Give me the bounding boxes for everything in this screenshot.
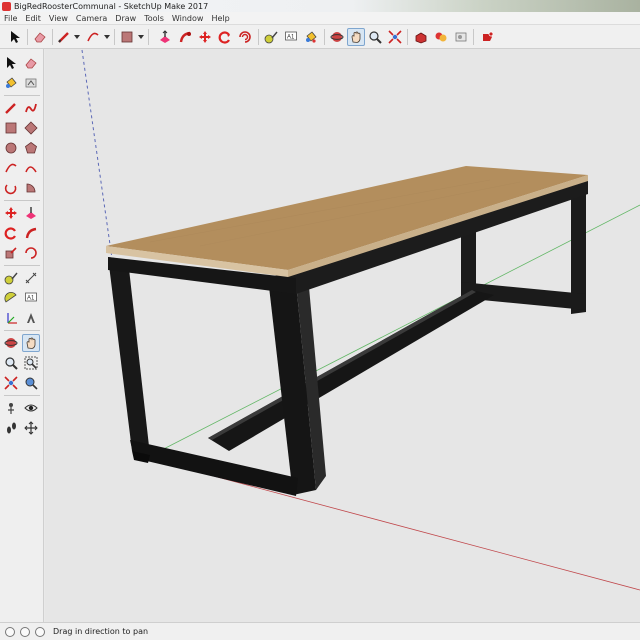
eraser-icon[interactable] xyxy=(22,54,40,72)
pan-icon[interactable] xyxy=(347,28,365,46)
menu-file[interactable]: File xyxy=(4,14,17,23)
stretcher xyxy=(208,290,494,451)
shape-dropdown-arrow[interactable] xyxy=(138,35,144,39)
main-toolbar: A1 xyxy=(0,24,640,49)
menu-edit[interactable]: Edit xyxy=(25,14,41,23)
polygon-icon[interactable] xyxy=(22,139,40,157)
sketchup-window: BigRedRoosterCommunal - SketchUp Make 20… xyxy=(0,0,640,640)
zoom-extents-icon[interactable] xyxy=(2,374,20,392)
status-message: Drag in direction to pan xyxy=(53,627,149,636)
eraser-icon[interactable] xyxy=(31,28,49,46)
rotate-icon[interactable] xyxy=(2,224,20,242)
stretcher-top xyxy=(208,290,476,440)
window-title: BigRedRoosterCommunal - SketchUp Make 20… xyxy=(14,1,209,11)
look-around-icon[interactable] xyxy=(22,399,40,417)
text-icon[interactable]: A1 xyxy=(22,289,40,307)
menu-bar: File Edit View Camera Draw Tools Window … xyxy=(0,12,640,24)
select-icon[interactable] xyxy=(2,54,20,72)
move-icon[interactable] xyxy=(196,28,214,46)
orbit-icon[interactable] xyxy=(2,334,20,352)
extension-warehouse-icon[interactable] xyxy=(432,28,450,46)
menu-window[interactable]: Window xyxy=(172,14,204,23)
paint-bucket-icon[interactable] xyxy=(302,28,320,46)
model-viewport[interactable] xyxy=(45,49,640,622)
dimension-icon[interactable] xyxy=(22,269,40,287)
line-icon[interactable] xyxy=(2,99,20,117)
menu-help[interactable]: Help xyxy=(211,14,229,23)
menu-camera[interactable]: Camera xyxy=(76,14,107,23)
svg-text:A1: A1 xyxy=(287,35,295,41)
circle-icon[interactable] xyxy=(2,139,20,157)
follow-me-icon[interactable] xyxy=(22,224,40,242)
layout-icon[interactable] xyxy=(452,28,470,46)
offset-icon[interactable] xyxy=(22,244,40,262)
paint-bucket-icon[interactable] xyxy=(2,74,20,92)
tape-measure-icon[interactable] xyxy=(262,28,280,46)
offset-icon[interactable] xyxy=(236,28,254,46)
follow-me-icon[interactable] xyxy=(176,28,194,46)
menu-tools[interactable]: Tools xyxy=(144,14,164,23)
scale-icon[interactable] xyxy=(2,244,20,262)
rotate-icon[interactable] xyxy=(216,28,234,46)
large-tool-set: A1 xyxy=(0,49,44,622)
pencil-dropdown-arrow[interactable] xyxy=(74,35,80,39)
credits-icon[interactable] xyxy=(20,626,30,637)
arc-icon[interactable] xyxy=(84,28,102,46)
pencil-line-icon[interactable] xyxy=(55,28,73,46)
zoom-icon[interactable] xyxy=(366,28,384,46)
two-point-arc-icon[interactable] xyxy=(22,159,40,177)
3d-text-icon[interactable] xyxy=(22,309,40,327)
protractor-icon[interactable] xyxy=(2,289,20,307)
title-bar: BigRedRoosterCommunal - SketchUp Make 20… xyxy=(0,0,640,12)
arc-dropdown-arrow[interactable] xyxy=(104,35,110,39)
svg-text:A1: A1 xyxy=(27,296,35,302)
sketchup-logo-icon xyxy=(2,1,11,11)
menu-draw[interactable]: Draw xyxy=(115,14,136,23)
text-icon[interactable]: A1 xyxy=(282,28,300,46)
select-icon[interactable] xyxy=(6,28,24,46)
help-icon[interactable] xyxy=(35,626,45,637)
status-bar: Drag in direction to pan xyxy=(0,622,640,640)
freehand-icon[interactable] xyxy=(22,99,40,117)
rectangle-icon[interactable] xyxy=(118,28,136,46)
previous-view-icon[interactable] xyxy=(22,374,40,392)
make-component-icon[interactable] xyxy=(22,74,40,92)
push-pull-icon[interactable] xyxy=(22,204,40,222)
tape-measure-icon[interactable] xyxy=(2,269,20,287)
pie-icon[interactable] xyxy=(22,179,40,197)
zoom-window-icon[interactable] xyxy=(22,354,40,372)
move-icon[interactable] xyxy=(2,204,20,222)
section-plane-icon[interactable] xyxy=(22,419,40,437)
position-camera-icon[interactable] xyxy=(2,399,20,417)
arc-icon[interactable] xyxy=(2,159,20,177)
three-point-arc-icon[interactable] xyxy=(2,179,20,197)
pan-icon[interactable] xyxy=(22,334,40,352)
bench-model-scene xyxy=(81,49,640,591)
geo-location-icon[interactable] xyxy=(5,626,15,637)
zoom-extents-icon[interactable] xyxy=(386,28,404,46)
rotated-rectangle-icon[interactable] xyxy=(22,119,40,137)
menu-view[interactable]: View xyxy=(49,14,68,23)
walk-icon[interactable] xyxy=(2,419,20,437)
zoom-icon[interactable] xyxy=(2,354,20,372)
extension-manager-icon[interactable] xyxy=(478,28,496,46)
push-pull-icon[interactable] xyxy=(156,28,174,46)
rectangle-icon[interactable] xyxy=(2,119,20,137)
axes-icon[interactable] xyxy=(2,309,20,327)
orbit-icon[interactable] xyxy=(328,28,346,46)
3d-warehouse-icon[interactable] xyxy=(412,28,430,46)
